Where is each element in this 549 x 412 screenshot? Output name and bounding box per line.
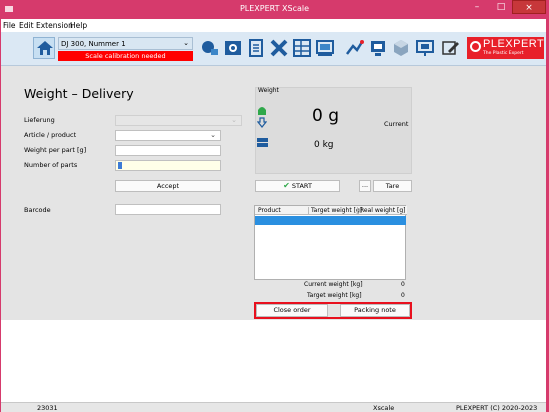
current-weight-label: Current weight [kg] bbox=[304, 281, 363, 288]
column-product[interactable]: Product bbox=[258, 207, 281, 214]
weight-value: 0 g bbox=[312, 106, 340, 126]
chart-icon[interactable] bbox=[344, 38, 364, 58]
label-barcode: Barcode bbox=[24, 206, 51, 214]
logo-mark-icon bbox=[470, 41, 481, 52]
number-of-parts-input[interactable] bbox=[115, 160, 221, 171]
home-icon bbox=[37, 41, 53, 55]
home-button[interactable] bbox=[33, 37, 55, 59]
scale-icon[interactable] bbox=[200, 38, 220, 58]
status-left: 23031 bbox=[37, 404, 58, 412]
weight-caption: Weight bbox=[258, 87, 279, 94]
chevron-down-icon: ⌄ bbox=[210, 131, 216, 139]
weight-kg-value: 0 kg bbox=[314, 140, 334, 150]
logo-subtext: The Plastic Expert bbox=[483, 51, 524, 56]
status-bar: 23031 Xscale PLEXPERT (C) 2020-2023 bbox=[0, 402, 549, 412]
menu-edit[interactable]: Edit bbox=[19, 21, 34, 30]
title-bar: PLEXPERT XScale – □ × bbox=[0, 0, 549, 19]
menu-extension[interactable]: Extension bbox=[36, 21, 73, 30]
monitor-icon[interactable] bbox=[315, 38, 335, 58]
document-icon[interactable] bbox=[246, 38, 266, 58]
label-article: Article / product bbox=[24, 131, 77, 139]
maximize-button[interactable]: □ bbox=[490, 0, 512, 14]
table-header: Product Target weight [g] Real weight [g… bbox=[255, 206, 407, 215]
menu-bar: File Edit Extension Help bbox=[0, 19, 549, 32]
menu-file[interactable]: File bbox=[3, 21, 16, 30]
current-weight-value: 0 bbox=[401, 281, 405, 288]
tools-icon[interactable] bbox=[269, 38, 289, 58]
edit-icon[interactable] bbox=[440, 38, 460, 58]
column-real-weight[interactable]: Real weight [g] bbox=[357, 207, 405, 214]
window-border-left bbox=[0, 19, 1, 412]
start-button[interactable]: ✔ START bbox=[255, 180, 340, 192]
minimize-button[interactable]: – bbox=[466, 0, 488, 14]
logo-text: PLEXPERT bbox=[483, 38, 545, 50]
tare-button[interactable]: Tare bbox=[373, 180, 412, 192]
calibration-warning: Scale calibration needed bbox=[58, 51, 193, 61]
label-number-of-parts: Number of parts bbox=[24, 161, 78, 169]
menu-help[interactable]: Help bbox=[70, 21, 87, 30]
label-weight-per-part: Weight per part [g] bbox=[24, 146, 87, 154]
presentation-icon[interactable] bbox=[415, 38, 435, 58]
table-row-selected[interactable] bbox=[255, 216, 406, 225]
status-middle: Xscale bbox=[373, 404, 395, 412]
arrow-down-icon bbox=[257, 117, 267, 128]
weight-per-part-input[interactable] bbox=[115, 145, 221, 156]
product-table[interactable]: Product Target weight [g] Real weight [g… bbox=[254, 205, 407, 280]
cube-icon[interactable] bbox=[391, 38, 411, 58]
barcode-input[interactable] bbox=[115, 204, 221, 215]
scale-select[interactable]: DJ 300, Nummer 1 ⌄ bbox=[58, 37, 193, 50]
packing-note-button[interactable]: Packing note bbox=[340, 304, 410, 317]
page-title: Weight – Delivery bbox=[24, 86, 134, 101]
weight-mode: Current bbox=[384, 120, 409, 128]
label-lieferung: Lieferung bbox=[24, 116, 55, 124]
support-icon[interactable] bbox=[368, 38, 388, 58]
lieferung-select: ⌄ bbox=[115, 115, 242, 126]
chevron-down-icon: ⌄ bbox=[183, 39, 189, 47]
weight-panel bbox=[255, 87, 412, 174]
scale-select-value: DJ 300, Nummer 1 bbox=[61, 40, 126, 48]
status-right: PLEXPERT (C) 2020-2023 bbox=[456, 404, 538, 412]
article-select[interactable]: ⌄ bbox=[115, 130, 221, 141]
text-caret bbox=[118, 162, 122, 169]
target-weight-value: 0 bbox=[401, 292, 405, 299]
close-order-button[interactable]: Close order bbox=[256, 304, 328, 317]
lower-panel bbox=[1, 320, 548, 402]
pallet-icon bbox=[257, 138, 268, 147]
grid-icon[interactable] bbox=[292, 38, 312, 58]
settings-icon[interactable] bbox=[223, 38, 243, 58]
plexpert-logo: PLEXPERT The Plastic Expert bbox=[467, 37, 544, 59]
weight-status-icon bbox=[258, 107, 266, 115]
close-button[interactable]: × bbox=[512, 0, 546, 14]
column-target-weight[interactable]: Target weight [g] bbox=[308, 207, 362, 214]
target-weight-label: Target weight [kg] bbox=[307, 292, 362, 299]
chevron-down-icon: ⌄ bbox=[231, 116, 237, 124]
start-label: START bbox=[291, 182, 312, 190]
accept-button[interactable]: Accept bbox=[115, 180, 221, 192]
checkmark-icon: ✔ bbox=[283, 181, 290, 190]
more-button[interactable]: ... bbox=[359, 180, 371, 192]
